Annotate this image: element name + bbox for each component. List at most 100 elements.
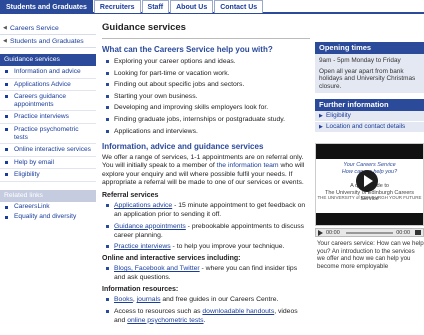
info-heading: Information resources: (102, 286, 179, 294)
tab-recruiters[interactable]: Recruiters (93, 0, 141, 13)
bullet-icon (5, 215, 8, 219)
section-heading-help: What can the Careers Service help you wi… (102, 45, 273, 54)
online-list: Blogs, Facebook and Twitter - where you … (102, 264, 310, 282)
referral-list: Applications advice - 15 minute appointm… (102, 201, 310, 251)
list-item: Books, journals and free guides in our C… (102, 295, 310, 304)
bullet-icon (5, 95, 8, 99)
sidebar-item-eligibility[interactable]: Eligibility (0, 169, 96, 182)
sidebar-item-label: Applications Advice (14, 80, 71, 88)
sidebar-item-online-interactive-services[interactable]: Online interactive services (0, 144, 96, 157)
sidebar-item-label: Help by email (14, 158, 54, 166)
sidebar-item-careers-guidance-appointments[interactable]: Careers guidance appointments (0, 91, 96, 112)
page-title: Guidance services (102, 22, 310, 39)
online-psychometric-tests-link[interactable]: online psychometric tests (127, 317, 203, 324)
video-logo-text: THE UNIVERSITY of EDINBURGH YOUR FUTURE (317, 195, 422, 201)
list-item: Access to resources such as downloadable… (102, 307, 310, 325)
duration: 00:00 (396, 229, 410, 236)
referral-heading: Referral services (102, 191, 159, 199)
seek-bar[interactable] (345, 231, 394, 234)
main-content: Guidance services What can the Careers S… (102, 22, 310, 327)
arrow-right-icon: ◀ (3, 38, 7, 44)
sidebar-item-practice-psychometric-tests[interactable]: Practice psychometric tests (0, 123, 96, 145)
sidebar-item-help-by-email[interactable]: Help by email (0, 156, 96, 170)
play-button-icon[interactable] (318, 229, 323, 236)
tab-contact-us[interactable]: Contact Us (214, 0, 264, 13)
sidebar-item-practice-interviews[interactable]: Practice interviews (0, 111, 96, 124)
further-link-location-contact[interactable]: ▶ Location and contact details (315, 122, 424, 134)
list-item: Finding graduate jobs, internships or po… (102, 115, 310, 124)
video-top-band (316, 144, 423, 160)
opening-times-title: Opening times (315, 42, 424, 54)
bullet-icon (5, 82, 8, 86)
further-information-title: Further information (315, 99, 424, 112)
sidebar-item-applications-advice[interactable]: Applications Advice (0, 78, 96, 92)
volume-icon[interactable] (415, 230, 421, 236)
video-thumbnail[interactable]: Your Careers Service How can we help you… (315, 143, 424, 227)
list-item-text: Access to resources such as (114, 307, 203, 315)
sidebar-item-label: Careers guidance appointments (14, 93, 67, 108)
related-link-label: Equality and diversity (14, 212, 77, 220)
related-link-equality-and-diversity[interactable]: Equality and diversity (0, 212, 96, 222)
books-link[interactable]: Books (114, 296, 133, 303)
video-bottom-band (316, 213, 423, 226)
practice-interviews-link[interactable]: Practice interviews (114, 243, 171, 250)
sidebar-item-label: Practice psychometric tests (14, 125, 79, 141)
further-link-label: Location and contact details (326, 123, 406, 131)
tab-students-and-graduates[interactable]: Students and Graduates (0, 0, 93, 13)
current-time: 00:00 (326, 229, 340, 236)
list-item: Looking for part-time or vacation work. (102, 69, 310, 78)
section-heading-services: Information, advice and guidance service… (102, 141, 264, 151)
sidebar-item-label: Eligibility (14, 171, 40, 179)
tab-about-us[interactable]: About Us (170, 0, 214, 13)
video-player-controls: 00:00 00:00 (315, 228, 424, 238)
sidebar-item-label: Practice interviews (14, 113, 69, 121)
bullet-icon (5, 160, 8, 164)
list-item-text: . (203, 316, 206, 324)
list-item: Blogs, Facebook and Twitter - where you … (102, 264, 310, 282)
bullet-icon (5, 70, 8, 73)
further-link-label: Eligibility (326, 112, 351, 120)
top-navigation: Students and Graduates Recruiters Staff … (0, 0, 424, 14)
information-team-link[interactable]: the information team (217, 162, 279, 169)
bullet-icon (5, 127, 8, 131)
list-item: Exploring your career options and ideas. (102, 57, 310, 66)
tab-staff[interactable]: Staff (141, 0, 170, 13)
left-sidebar: ◀ Careers Service ◀ Students and Graduat… (0, 22, 96, 335)
opening-note: Open all year apart from bank holidays a… (319, 67, 416, 90)
help-list: Exploring your career options and ideas.… (102, 57, 310, 136)
right-column: Opening times 9am - 5pm Monday to Friday… (315, 42, 424, 270)
online-heading: Online and interactive services includin… (102, 255, 241, 263)
journals-link[interactable]: journals (137, 296, 161, 303)
sidebar-item-information-and-advice[interactable]: Information and advice (0, 66, 96, 79)
related-link-careerslink[interactable]: CareersLink (0, 202, 96, 212)
list-item-text: and free guides in our Careers Centre. (160, 296, 279, 304)
breadcrumb-label: Careers Service (10, 25, 59, 32)
blogs-facebook-twitter-link[interactable]: Blogs, Facebook and Twitter (114, 265, 200, 272)
arrow-right-icon: ▶ (319, 113, 323, 120)
list-item: Starting your own business. (102, 92, 310, 101)
list-item-text: - to help you improve your technique. (170, 243, 285, 251)
list-item: Practice interviews - to help you improv… (102, 242, 310, 251)
list-item: Developing and improving skills employer… (102, 103, 310, 112)
opening-times-box: 9am - 5pm Monday to Friday Open all year… (315, 54, 424, 94)
breadcrumb-careers-service[interactable]: ◀ Careers Service (0, 22, 96, 35)
sidebar-item-label: Information and advice (14, 68, 81, 75)
bullet-icon (5, 115, 8, 119)
bullet-icon (5, 173, 8, 177)
bullet-icon (5, 205, 8, 209)
sidebar-item-label: Online interactive services (14, 146, 91, 154)
list-item: Finding out about specific jobs and sect… (102, 80, 310, 89)
sidebar-section-title[interactable]: Guidance services (0, 54, 96, 66)
applications-advice-link[interactable]: Applications advice (114, 202, 172, 209)
info-list: Books, journals and free guides in our C… (102, 295, 310, 325)
bullet-icon (5, 148, 8, 152)
guidance-appointments-link[interactable]: Guidance appointments (114, 223, 186, 230)
further-link-eligibility[interactable]: ▶ Eligibility (315, 111, 424, 123)
list-item: Applications advice - 15 minute appointm… (102, 201, 310, 219)
related-link-label: CareersLink (14, 202, 50, 210)
opening-hours: 9am - 5pm Monday to Friday (319, 57, 401, 64)
list-item: Applications and interviews. (102, 127, 310, 136)
breadcrumb-students-and-graduates[interactable]: ◀ Students and Graduates (0, 35, 96, 48)
video-caption: Your careers service: How can we help yo… (317, 240, 424, 270)
downloadable-handouts-link[interactable]: downloadable handouts (202, 308, 274, 315)
